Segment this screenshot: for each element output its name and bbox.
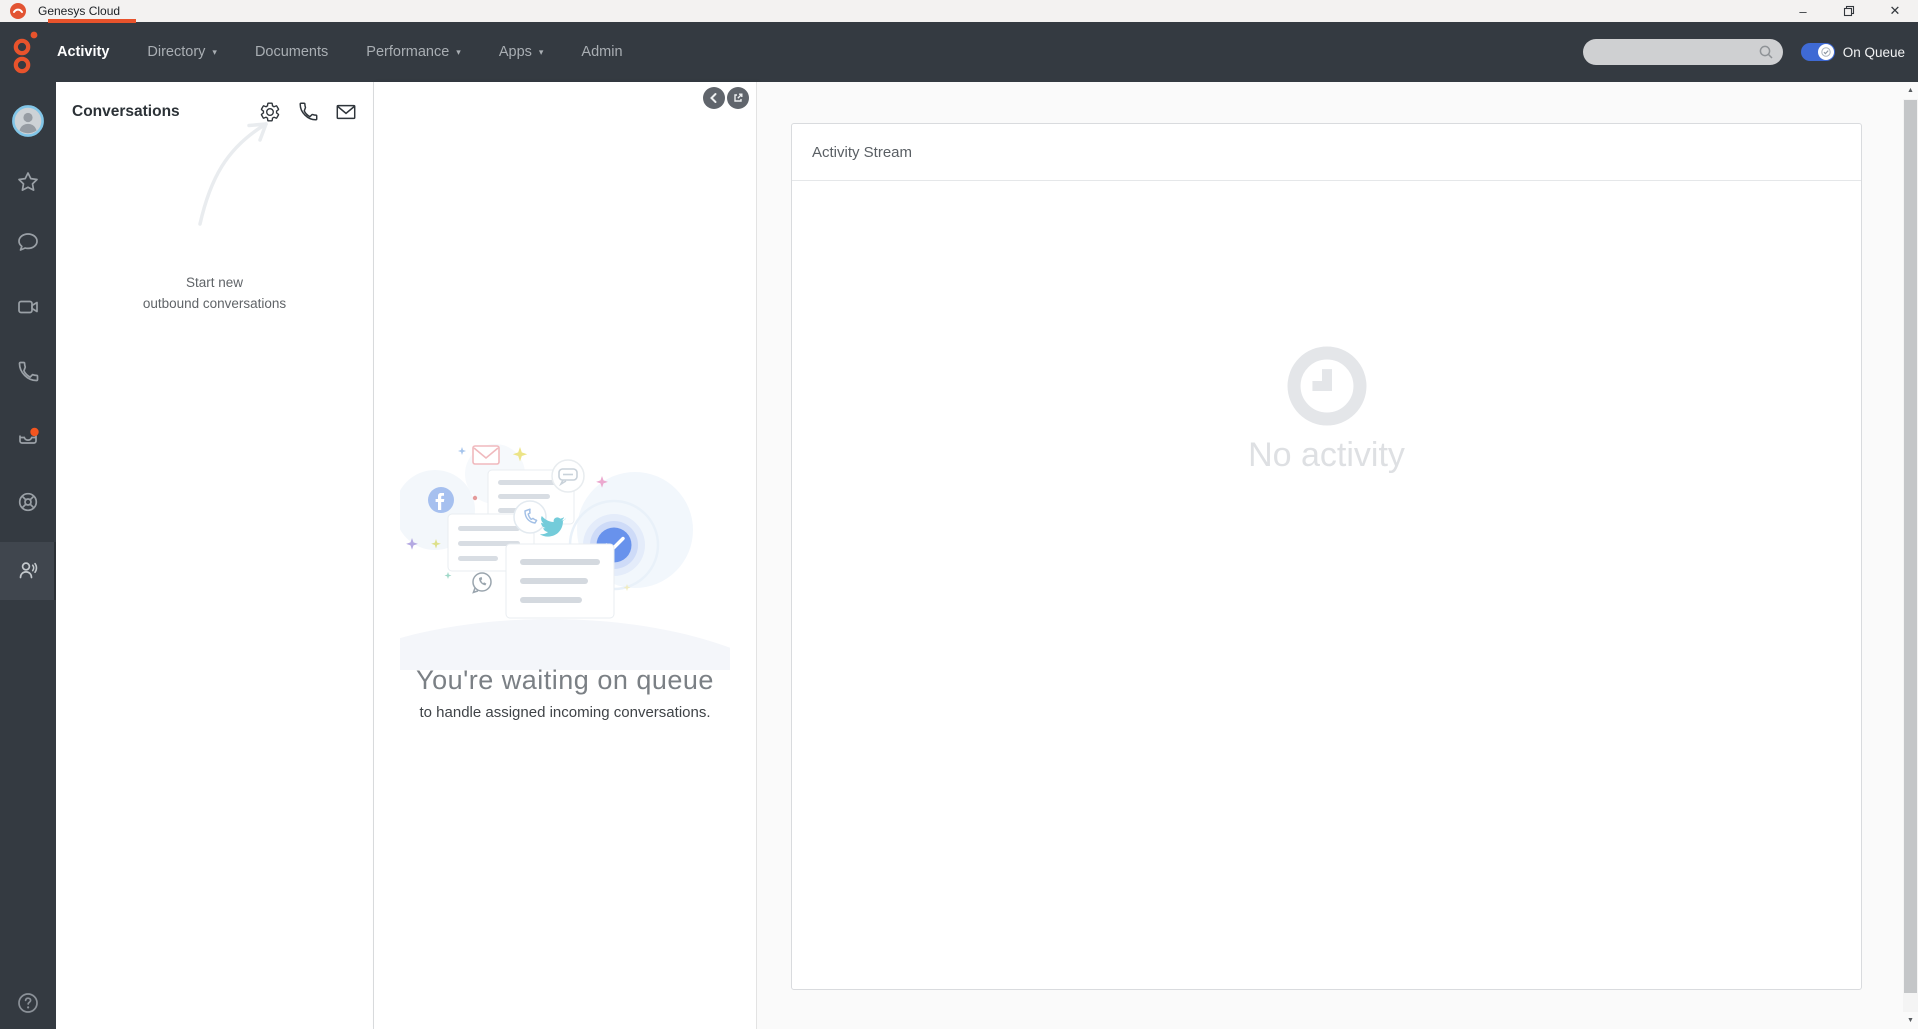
scroll-up-arrow[interactable]: ▲ xyxy=(1903,82,1918,99)
sidebar-rail xyxy=(0,82,56,1029)
inbox-icon[interactable] xyxy=(16,425,40,449)
queue-status-panel: You're waiting on queue to handle assign… xyxy=(374,82,757,1029)
nav-item-apps[interactable]: Apps ▾ xyxy=(499,44,544,60)
chevron-down-icon: ▾ xyxy=(212,46,217,57)
agents-icon[interactable] xyxy=(16,558,40,582)
collapse-panel-button[interactable] xyxy=(703,87,725,109)
conversations-panel: Conversations Start new outbound convers… xyxy=(56,82,374,1029)
vertical-scrollbar: ▲ ▼ xyxy=(1903,82,1918,1029)
profile-avatar[interactable] xyxy=(12,105,44,137)
performance-ring-icon[interactable] xyxy=(16,490,40,514)
close-button[interactable]: ✕ xyxy=(1872,0,1918,22)
hint-arrow xyxy=(198,122,268,226)
genesys-app-icon xyxy=(10,3,26,19)
new-call-phone-icon[interactable] xyxy=(297,101,319,123)
nav-item-documents[interactable]: Documents xyxy=(255,44,328,60)
top-navbar: Activity Directory ▾ Documents Performanc… xyxy=(0,22,1918,82)
active-tab-accent-bar xyxy=(48,19,136,23)
search-input[interactable] xyxy=(1582,39,1783,65)
nav-item-directory[interactable]: Directory ▾ xyxy=(147,44,217,60)
start-outbound-hint: Start new outbound conversations xyxy=(142,275,287,311)
no-activity-label: No activity xyxy=(1248,436,1405,474)
restore-button[interactable] xyxy=(1826,0,1872,22)
favorites-star-icon[interactable] xyxy=(16,170,40,194)
queue-waiting-subtitle: to handle assigned incoming conversation… xyxy=(419,704,711,721)
nav-item-activity[interactable]: Activity xyxy=(57,44,109,60)
scrollbar-thumb[interactable] xyxy=(1904,100,1917,993)
window-title: Genesys Cloud xyxy=(38,4,121,18)
popout-icon xyxy=(734,93,743,102)
activity-stream-title: Activity Stream xyxy=(792,124,1861,181)
chevron-down-icon: ▾ xyxy=(538,46,544,57)
queue-waiting-title: You're waiting on queue xyxy=(416,665,714,695)
nav-menu: Activity Directory ▾ Documents Performanc… xyxy=(57,44,623,60)
waiting-on-queue-illustration xyxy=(400,444,730,670)
clock-icon xyxy=(1287,346,1366,426)
video-icon[interactable] xyxy=(16,295,40,319)
notification-badge xyxy=(30,427,39,437)
toggle-knob-check-icon xyxy=(1817,44,1834,60)
phone-icon[interactable] xyxy=(16,360,40,384)
nav-item-performance[interactable]: Performance ▾ xyxy=(366,44,461,60)
chat-icon[interactable] xyxy=(16,230,40,254)
help-icon[interactable] xyxy=(16,991,40,1015)
chevron-down-icon: ▾ xyxy=(456,46,461,57)
search-icon xyxy=(1759,45,1773,59)
popout-panel-button[interactable] xyxy=(727,87,749,109)
scroll-down-arrow[interactable]: ▼ xyxy=(1903,1012,1918,1029)
minimize-button[interactable]: – xyxy=(1780,0,1826,22)
activity-stream-card: Activity Stream No activity xyxy=(791,123,1862,990)
chevron-left-icon xyxy=(710,93,717,103)
nav-item-admin[interactable]: Admin xyxy=(581,44,622,60)
genesys-nav-logo[interactable] xyxy=(10,29,42,77)
new-email-envelope-icon[interactable] xyxy=(335,101,357,123)
activity-region: Activity Stream No activity xyxy=(757,82,1903,1029)
window-titlebar: Genesys Cloud – ✕ xyxy=(0,0,1918,22)
on-queue-toggle[interactable] xyxy=(1800,43,1835,61)
on-queue-label: On Queue xyxy=(1842,44,1905,60)
